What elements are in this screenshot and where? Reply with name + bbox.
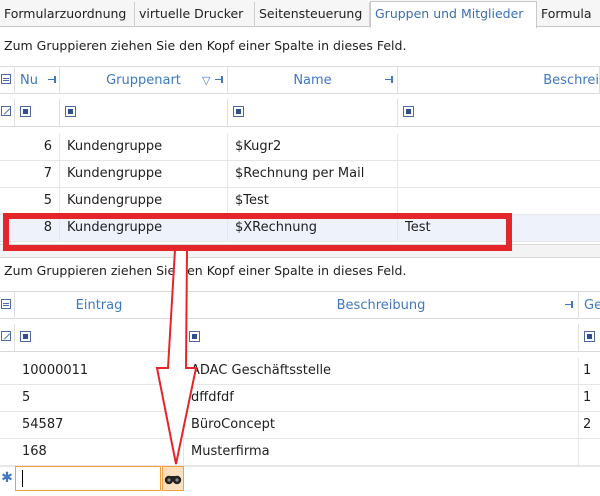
red-arrow-annotation — [155, 249, 198, 465]
